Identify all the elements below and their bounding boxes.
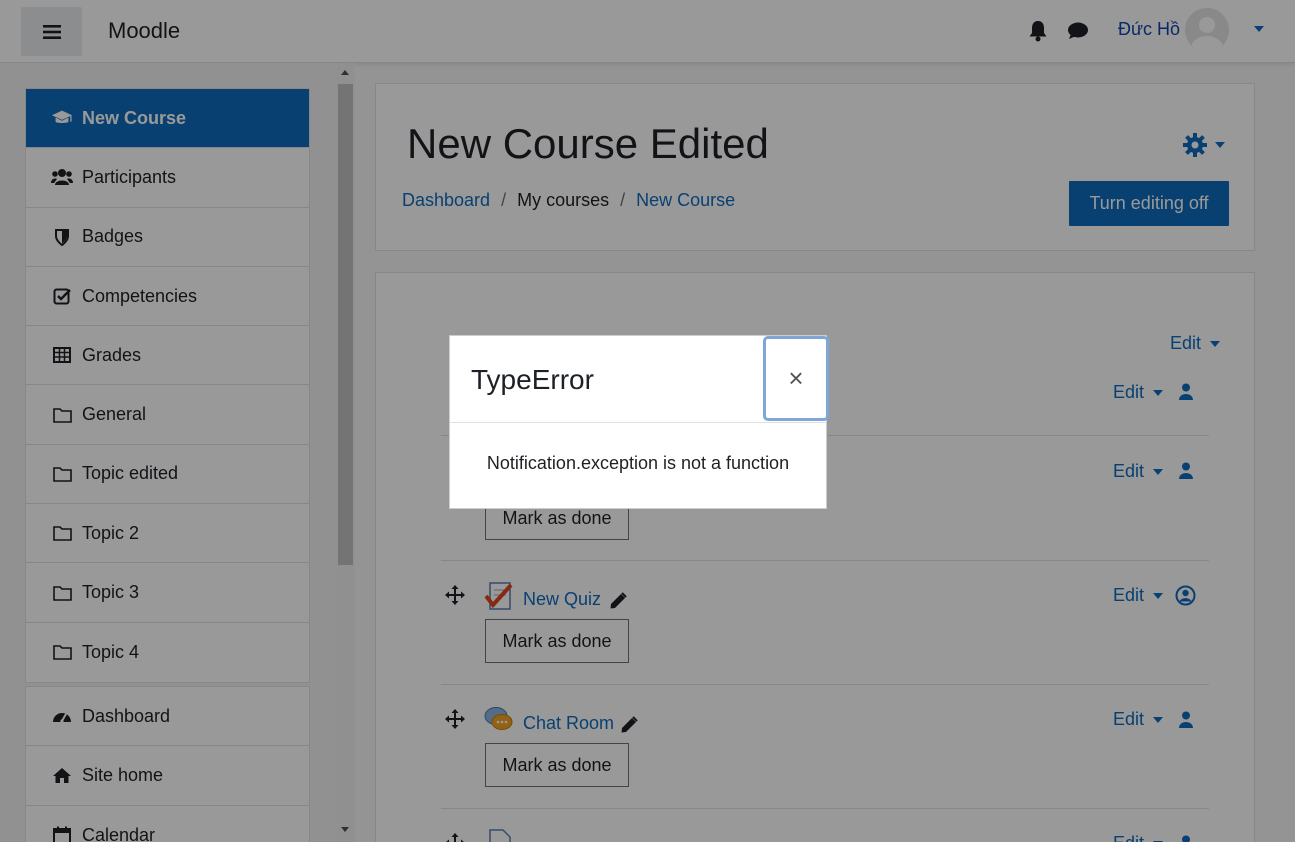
dialog-title: TypeError [471,364,594,395]
close-button[interactable]: × [763,336,829,421]
close-icon: × [788,363,804,393]
dialog-message: Notification.exception is not a function [486,453,790,473]
error-dialog: TypeError × Notification.exception is no… [449,335,829,509]
